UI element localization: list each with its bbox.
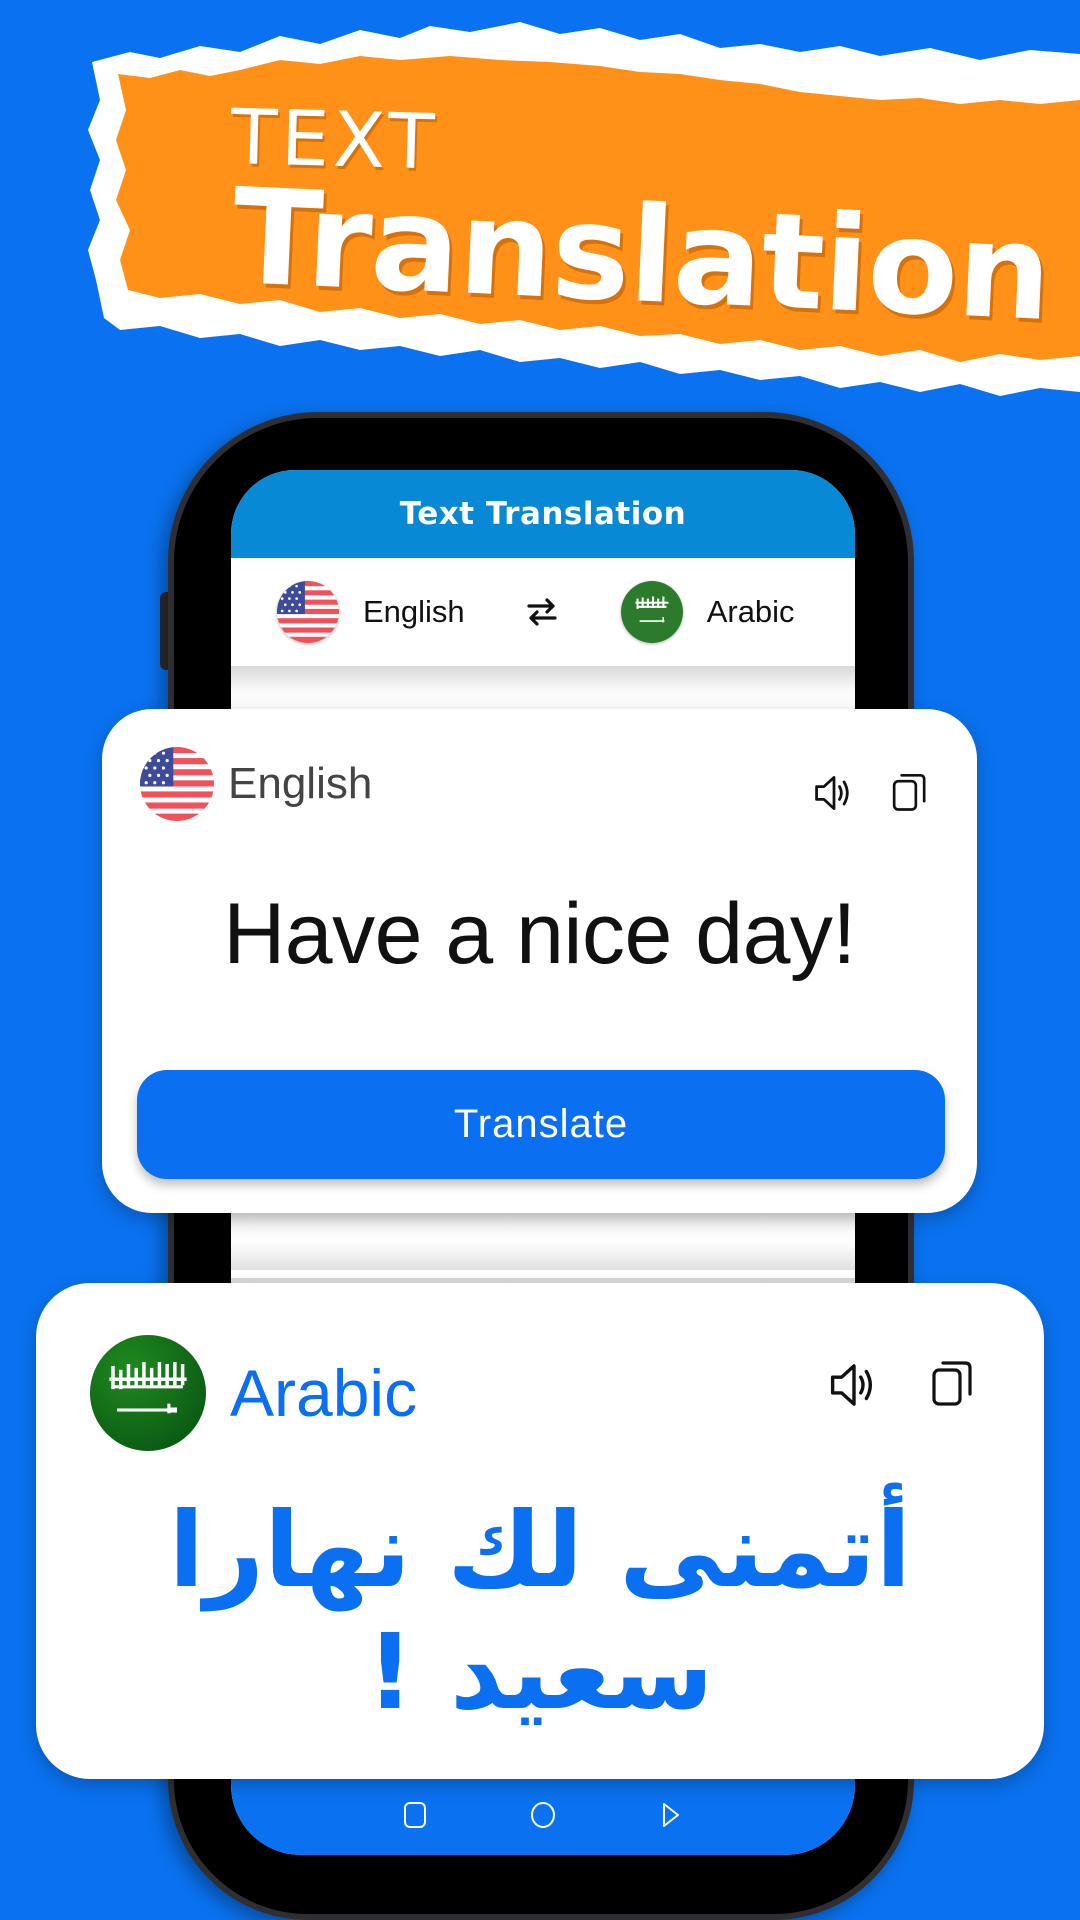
saudi-arabia-flag-icon xyxy=(620,581,683,643)
translation-result-card: Arabic أتمنى لك نهارا سعيد ! xyxy=(36,1283,1044,1779)
us-flag-icon xyxy=(277,581,339,643)
home-circle-icon[interactable] xyxy=(526,1798,560,1832)
source-text-card: English Have a nice day! Translate xyxy=(102,709,977,1213)
source-card-language-label: English xyxy=(228,759,373,808)
us-flag-icon xyxy=(140,747,214,821)
target-language-label: Arabic xyxy=(706,594,795,629)
source-text[interactable]: Have a nice day! xyxy=(102,885,977,984)
translate-button[interactable]: Translate xyxy=(137,1070,945,1179)
source-language-selector[interactable]: English xyxy=(277,581,465,643)
source-language-label: English xyxy=(363,594,465,629)
source-card-header: English xyxy=(140,747,372,821)
language-selector-row: English Arabic xyxy=(231,558,855,666)
speaker-icon[interactable] xyxy=(810,769,858,817)
target-card-header: Arabic xyxy=(90,1335,417,1451)
app-bar: Text Translation xyxy=(231,470,855,558)
target-card-language-label: Arabic xyxy=(230,1356,418,1430)
swap-arrows-icon[interactable] xyxy=(525,595,559,629)
saudi-arabia-flag-icon xyxy=(90,1335,206,1451)
recents-square-icon[interactable] xyxy=(398,1798,432,1832)
navigation-bar xyxy=(231,1775,855,1855)
translated-text: أتمنى لك نهارا سعيد ! xyxy=(168,1489,912,1733)
target-language-selector[interactable]: Arabic xyxy=(620,581,795,643)
app-title: Text Translation xyxy=(399,496,687,532)
promo-banner: TEXT Translation xyxy=(0,0,1080,400)
copy-icon[interactable] xyxy=(926,1353,980,1413)
back-triangle-icon[interactable] xyxy=(654,1798,688,1832)
copy-icon[interactable] xyxy=(886,767,934,817)
speaker-icon[interactable] xyxy=(824,1355,884,1415)
